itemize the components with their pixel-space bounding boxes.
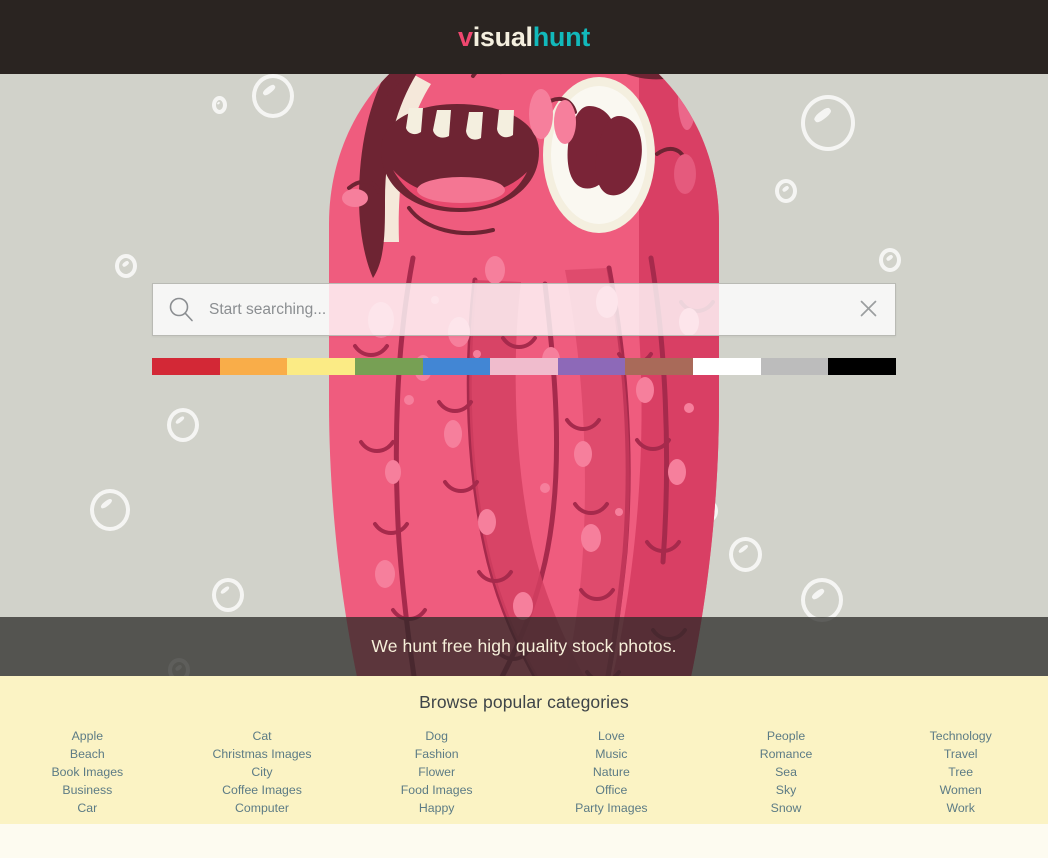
bubble-icon: [167, 408, 199, 442]
search-input[interactable]: [209, 284, 841, 335]
bubble-icon: [212, 96, 227, 114]
color-swatch-row: [152, 358, 897, 375]
bubble-icon: [115, 254, 137, 278]
category-link[interactable]: Food Images: [349, 781, 524, 799]
clear-search-button[interactable]: [841, 284, 895, 335]
category-link[interactable]: Christmas Images: [175, 745, 350, 763]
color-swatch-orange[interactable]: [219, 358, 288, 375]
category-link[interactable]: Sea: [699, 763, 874, 781]
category-link[interactable]: Cat: [175, 727, 350, 745]
bubble-icon: [801, 95, 855, 151]
tagline-text: We hunt free high quality stock photos.: [371, 636, 677, 656]
category-link[interactable]: Party Images: [524, 799, 699, 817]
category-column-1: Apple Beach Book Images Business Car: [0, 727, 175, 817]
categories-grid: Apple Beach Book Images Business Car Cat…: [0, 727, 1048, 817]
category-link[interactable]: Travel: [873, 745, 1048, 763]
category-link[interactable]: Beach: [0, 745, 175, 763]
color-swatch-green[interactable]: [354, 358, 423, 375]
hero-section: We hunt free high quality stock photos.: [0, 74, 1048, 676]
category-link[interactable]: Fashion: [349, 745, 524, 763]
site-logo[interactable]: visualhunt: [457, 21, 591, 52]
category-link[interactable]: Book Images: [0, 763, 175, 781]
category-column-5: People Romance Sea Sky Snow: [699, 727, 874, 817]
page-footer-strip: [0, 824, 1048, 858]
category-link[interactable]: Car: [0, 799, 175, 817]
monster-illustration: [289, 74, 759, 676]
close-icon: [859, 299, 878, 321]
color-swatch-red[interactable]: [152, 358, 220, 375]
category-link[interactable]: City: [175, 763, 350, 781]
category-link[interactable]: Business: [0, 781, 175, 799]
tagline-band: We hunt free high quality stock photos.: [0, 617, 1048, 676]
color-swatch-brown[interactable]: [625, 358, 694, 375]
categories-section: Browse popular categories Apple Beach Bo…: [0, 676, 1048, 824]
logo-part-isual: isual: [472, 21, 533, 52]
category-link[interactable]: Technology: [873, 727, 1048, 745]
bubble-icon: [212, 578, 244, 612]
category-link[interactable]: Love: [524, 727, 699, 745]
bubble-icon: [252, 74, 294, 118]
search-icon: [153, 296, 209, 323]
category-link[interactable]: Tree: [873, 763, 1048, 781]
categories-title: Browse popular categories: [419, 692, 629, 712]
category-link[interactable]: Coffee Images: [175, 781, 350, 799]
color-swatch-purple[interactable]: [557, 358, 626, 375]
site-header: visualhunt: [0, 0, 1048, 74]
category-link[interactable]: Computer: [175, 799, 350, 817]
category-link[interactable]: Dog: [349, 727, 524, 745]
category-link[interactable]: Women: [873, 781, 1048, 799]
color-swatch-blue[interactable]: [422, 358, 491, 375]
color-swatch-yellow[interactable]: [287, 358, 355, 375]
bubble-icon: [775, 179, 797, 203]
color-swatch-black[interactable]: [828, 358, 897, 375]
category-column-4: Love Music Nature Office Party Images: [524, 727, 699, 817]
category-link[interactable]: Apple: [0, 727, 175, 745]
category-link[interactable]: Romance: [699, 745, 874, 763]
category-link[interactable]: Office: [524, 781, 699, 799]
category-link[interactable]: Happy: [349, 799, 524, 817]
category-link[interactable]: Music: [524, 745, 699, 763]
bubble-icon: [879, 248, 901, 272]
color-swatch-gray[interactable]: [760, 358, 829, 375]
category-link[interactable]: Flower: [349, 763, 524, 781]
category-link[interactable]: Nature: [524, 763, 699, 781]
category-link[interactable]: People: [699, 727, 874, 745]
search-area: [152, 283, 897, 375]
logo-part-hunt: hunt: [532, 21, 591, 52]
bubble-icon: [801, 578, 843, 622]
category-link[interactable]: Work: [873, 799, 1048, 817]
category-column-3: Dog Fashion Flower Food Images Happy: [349, 727, 524, 817]
category-link[interactable]: Snow: [699, 799, 874, 817]
logo-part-v: v: [457, 21, 473, 52]
search-box[interactable]: [152, 283, 896, 336]
color-swatch-white[interactable]: [693, 358, 761, 375]
category-column-6: Technology Travel Tree Women Work: [873, 727, 1048, 817]
category-column-2: Cat Christmas Images City Coffee Images …: [175, 727, 350, 817]
bubble-icon: [90, 489, 130, 531]
color-swatch-pink[interactable]: [490, 358, 558, 375]
category-link[interactable]: Sky: [699, 781, 874, 799]
